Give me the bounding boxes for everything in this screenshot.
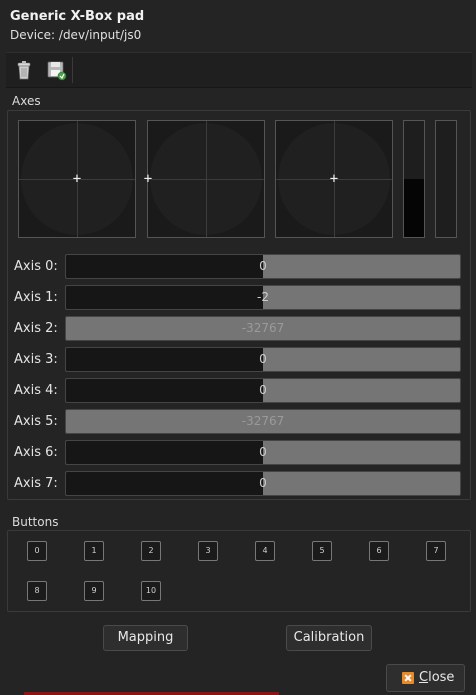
- stick-2: +: [275, 120, 393, 238]
- toolbar: [6, 52, 472, 88]
- axis-value: -2: [257, 290, 269, 304]
- axis-bar: 0: [65, 471, 461, 496]
- axis-bar: -32767: [65, 409, 461, 434]
- pad-button-8: 8: [27, 581, 47, 601]
- trigger-level: [404, 179, 424, 237]
- close-label-rest: lose: [428, 670, 455, 685]
- axis-value: 0: [259, 476, 267, 490]
- axis-value: -32767: [241, 321, 285, 335]
- axis-value: 0: [259, 445, 267, 459]
- stick-1: +: [143, 120, 265, 238]
- stick-0: +: [18, 120, 136, 238]
- stick-axis-line: [148, 179, 264, 180]
- trigger-0: [403, 120, 425, 238]
- trigger-1: [435, 120, 457, 238]
- pad-button-7: 7: [426, 541, 446, 561]
- axis-bar: -32767: [65, 316, 461, 341]
- axis-value: 0: [259, 259, 267, 273]
- axis-label: Axis 4:: [14, 383, 58, 398]
- stick-position-marker: +: [329, 171, 339, 187]
- pad-button-9: 9: [84, 581, 104, 601]
- jstest-window: Generic X-Box pad Device: /dev/input/js0: [0, 0, 476, 695]
- axis-label: Axis 3:: [14, 352, 58, 367]
- buttons-frame: [7, 530, 471, 612]
- device-title: Generic X-Box pad: [10, 9, 145, 24]
- floppy-save-icon: [47, 61, 67, 81]
- buttons-section-label: Buttons: [12, 515, 59, 529]
- pad-button-5: 5: [312, 541, 332, 561]
- pad-button-3: 3: [198, 541, 218, 561]
- save-button[interactable]: [44, 58, 68, 82]
- pad-button-6: 6: [369, 541, 389, 561]
- axis-bar: 0: [65, 378, 461, 403]
- pad-button-1: 1: [84, 541, 104, 561]
- axis-label: Axis 2:: [14, 321, 58, 336]
- axis-value: 0: [259, 383, 267, 397]
- axis-bar: -2: [65, 285, 461, 310]
- axes-section-label: Axes: [12, 94, 41, 108]
- pad-button-4: 4: [255, 541, 275, 561]
- axis-bar: 0: [65, 440, 461, 465]
- trash-can-icon: [17, 61, 31, 80]
- close-button[interactable]: Close: [386, 664, 465, 692]
- stick-position-marker: +: [72, 171, 82, 187]
- toolbar-separator: [72, 57, 73, 83]
- axis-value: -32767: [241, 414, 285, 428]
- axis-label: Axis 7:: [14, 476, 58, 491]
- axis-label: Axis 0:: [14, 259, 58, 274]
- axis-label: Axis 1:: [14, 290, 58, 305]
- pad-button-2: 2: [141, 541, 161, 561]
- close-mnemonic: C: [419, 670, 429, 685]
- axis-value: 0: [259, 352, 267, 366]
- close-icon: [402, 672, 414, 684]
- pad-button-0: 0: [27, 541, 47, 561]
- close-label: Close: [419, 665, 454, 691]
- calibration-button[interactable]: Calibration: [286, 625, 372, 651]
- pad-button-10: 10: [141, 581, 161, 601]
- axis-label: Axis 5:: [14, 414, 58, 429]
- stick-position-marker: +: [143, 171, 153, 187]
- device-path: Device: /dev/input/js0: [10, 28, 142, 42]
- axis-bar: 0: [65, 254, 461, 279]
- mapping-button[interactable]: Mapping: [103, 625, 188, 651]
- axis-bar: 0: [65, 347, 461, 372]
- axis-label: Axis 6:: [14, 445, 58, 460]
- revert-button[interactable]: [12, 58, 36, 82]
